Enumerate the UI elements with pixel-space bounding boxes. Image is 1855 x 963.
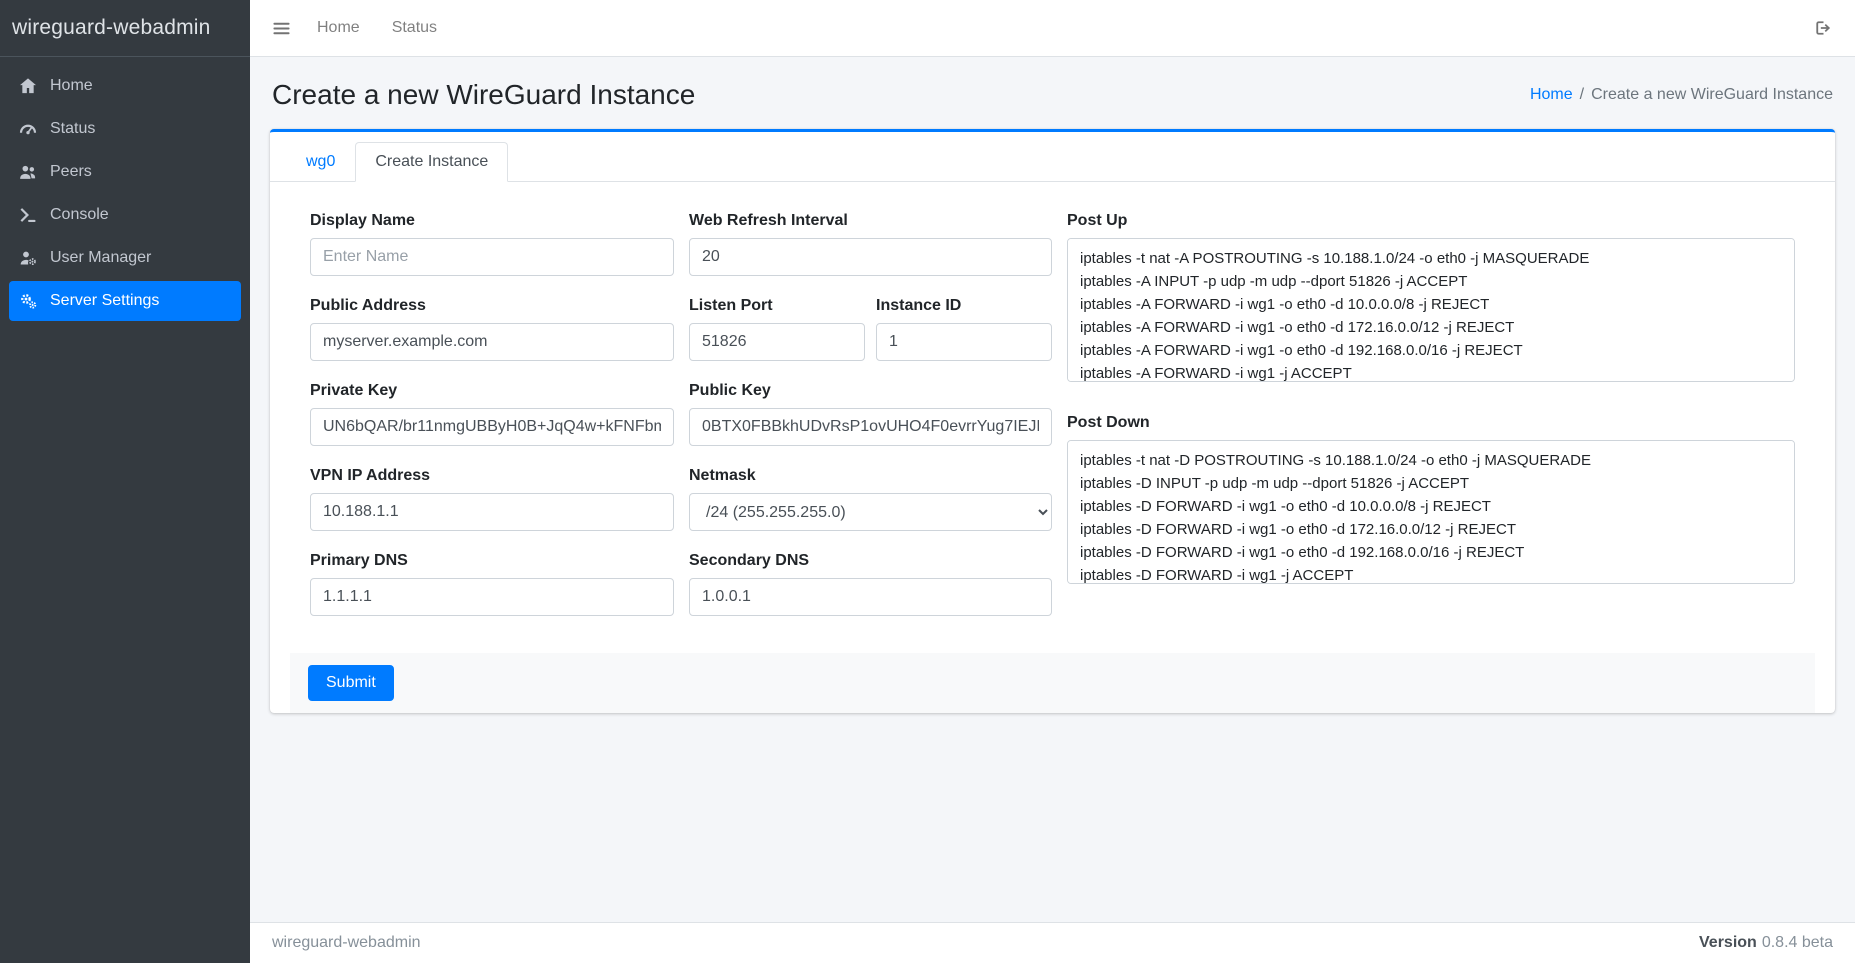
sidebar-item-console[interactable]: Console [9, 195, 241, 235]
sidebar-item-user-manager[interactable]: User Manager [9, 238, 241, 278]
sidebar-item-label: Home [50, 77, 93, 95]
footer-version-label: Version [1699, 934, 1757, 951]
secondary-dns-label: Secondary DNS [689, 552, 1052, 570]
footer-brand: wireguard-webadmin [272, 934, 421, 952]
display-name-input[interactable] [310, 238, 674, 276]
tab-wg0[interactable]: wg0 [286, 142, 355, 182]
form-column-left: Display Name Public Address Private Key [310, 212, 674, 637]
card-body: Display Name Public Address Private Key [270, 182, 1835, 637]
display-name-label: Display Name [310, 212, 674, 230]
netmask-label: Netmask [689, 467, 1052, 485]
public-key-label: Public Key [689, 382, 1052, 400]
private-key-field-group: Private Key [310, 382, 674, 446]
secondary-dns-field-group: Secondary DNS [689, 552, 1052, 616]
page-title: Create a new WireGuard Instance [272, 79, 695, 111]
display-name-field-group: Display Name [310, 212, 674, 276]
listen-port-label: Listen Port [689, 297, 865, 315]
secondary-dns-input[interactable] [689, 578, 1052, 616]
web-refresh-input[interactable] [689, 238, 1052, 276]
logout-icon[interactable] [1813, 18, 1833, 38]
private-key-label: Private Key [310, 382, 674, 400]
netmask-select[interactable]: /24 (255.255.255.0) [689, 493, 1052, 531]
sidebar-item-label: Console [50, 206, 109, 224]
page-head: Create a new WireGuard Instance Home / C… [272, 79, 1833, 111]
post-up-textarea[interactable]: iptables -t nat -A POSTROUTING -s 10.188… [1067, 238, 1795, 382]
tab-create-instance[interactable]: Create Instance [355, 142, 508, 182]
form-column-middle: Web Refresh Interval Listen Port Instanc… [689, 212, 1052, 637]
server-settings-icon [18, 291, 38, 311]
primary-dns-label: Primary DNS [310, 552, 674, 570]
breadcrumb-separator: / [1580, 86, 1584, 104]
sidebar-item-label: User Manager [50, 249, 151, 267]
instance-id-label: Instance ID [876, 297, 1052, 315]
submit-button[interactable]: Submit [308, 665, 394, 701]
form-actions: Submit [290, 653, 1815, 713]
public-address-label: Public Address [310, 297, 674, 315]
primary-dns-field-group: Primary DNS [310, 552, 674, 616]
public-key-input[interactable] [689, 408, 1052, 446]
home-icon [18, 76, 38, 96]
sidebar: wireguard-webadmin Home Status [0, 0, 250, 963]
listen-port-field-group: Listen Port [689, 297, 865, 361]
sidebar-item-server-settings[interactable]: Server Settings [9, 281, 241, 321]
breadcrumb-home-link[interactable]: Home [1530, 86, 1573, 104]
card-tabs: wg0 Create Instance [270, 132, 1835, 182]
page-footer: wireguard-webadmin Version 0.8.4 beta [250, 922, 1855, 963]
vpn-ip-field-group: VPN IP Address [310, 467, 674, 531]
brand-text: wireguard-webadmin [12, 16, 211, 40]
instance-id-input[interactable] [876, 323, 1052, 361]
main-column: Home Status Create a new WireGuard Insta… [250, 0, 1855, 963]
post-up-label: Post Up [1067, 212, 1795, 230]
web-refresh-field-group: Web Refresh Interval [689, 212, 1052, 276]
post-down-label: Post Down [1067, 414, 1795, 432]
sidebar-item-status[interactable]: Status [9, 109, 241, 149]
sidebar-item-label: Peers [50, 163, 92, 181]
sidebar-item-home[interactable]: Home [9, 66, 241, 106]
post-down-field-group: Post Down iptables -t nat -D POSTROUTING… [1067, 414, 1795, 589]
instance-form: Display Name Public Address Private Key [310, 212, 1795, 637]
sidebar-item-label: Server Settings [50, 292, 159, 310]
public-key-field-group: Public Key [689, 382, 1052, 446]
peers-icon [18, 162, 38, 182]
content-area: Create a new WireGuard Instance Home / C… [250, 57, 1855, 922]
vpn-ip-label: VPN IP Address [310, 467, 674, 485]
navbar-link-status[interactable]: Status [392, 19, 437, 37]
post-up-field-group: Post Up iptables -t nat -A POSTROUTING -… [1067, 212, 1795, 387]
form-column-right: Post Up iptables -t nat -A POSTROUTING -… [1067, 212, 1795, 637]
footer-version: Version 0.8.4 beta [1699, 934, 1833, 952]
private-key-input[interactable] [310, 408, 674, 446]
netmask-field-group: Netmask /24 (255.255.255.0) [689, 467, 1052, 531]
sidebar-item-peers[interactable]: Peers [9, 152, 241, 192]
status-icon [18, 119, 38, 139]
public-address-field-group: Public Address [310, 297, 674, 361]
footer-version-value: 0.8.4 beta [1762, 934, 1833, 951]
breadcrumb: Home / Create a new WireGuard Instance [1530, 86, 1833, 104]
post-down-textarea[interactable]: iptables -t nat -D POSTROUTING -s 10.188… [1067, 440, 1795, 584]
hamburger-icon[interactable] [272, 19, 291, 38]
user-manager-icon [18, 248, 38, 268]
console-icon [18, 205, 38, 225]
listen-port-input[interactable] [689, 323, 865, 361]
breadcrumb-current: Create a new WireGuard Instance [1591, 86, 1833, 104]
sidebar-menu: Home Status Peers [0, 57, 250, 333]
instance-id-field-group: Instance ID [876, 297, 1052, 361]
sidebar-item-label: Status [50, 120, 95, 138]
create-instance-card: wg0 Create Instance Display Name Public … [270, 129, 1835, 713]
vpn-ip-input[interactable] [310, 493, 674, 531]
web-refresh-label: Web Refresh Interval [689, 212, 1052, 230]
public-address-input[interactable] [310, 323, 674, 361]
brand-link[interactable]: wireguard-webadmin [0, 0, 250, 57]
top-navbar: Home Status [250, 0, 1855, 57]
port-id-row: Listen Port Instance ID [689, 297, 1052, 382]
primary-dns-input[interactable] [310, 578, 674, 616]
navbar-link-home[interactable]: Home [317, 19, 360, 37]
